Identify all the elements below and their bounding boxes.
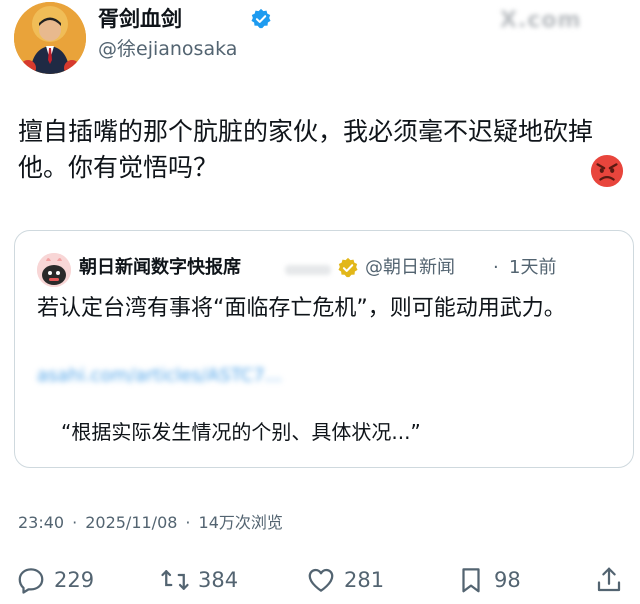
bookmark-button[interactable]: 98 — [456, 560, 521, 600]
author-avatar[interactable] — [14, 2, 86, 74]
angry-face-emoji-icon — [590, 154, 624, 188]
tweet-date[interactable]: 2025/11/08 — [85, 512, 177, 534]
reply-count: 229 — [54, 568, 95, 592]
quoted-author-handle[interactable]: @朝日新闻 — [365, 255, 455, 281]
retweet-count: 384 — [198, 568, 239, 592]
action-bar: 229 384 281 98 — [0, 560, 640, 600]
share-button[interactable] — [594, 560, 624, 600]
reply-icon — [18, 568, 44, 594]
view-count[interactable]: 14万次浏览 — [199, 512, 283, 534]
verified-badge-icon — [251, 8, 271, 29]
redacted-area — [285, 265, 331, 275]
quoted-tweet-text: 若认定台湾有事将“面临存亡危机”，则可能动用武力。 — [37, 296, 566, 321]
reply-button[interactable]: 229 — [16, 560, 94, 600]
author-display-name[interactable]: 胥剑血剑 — [98, 6, 182, 32]
quoted-tweet-time[interactable]: 1天前 — [509, 255, 556, 281]
bookmark-icon — [462, 568, 480, 593]
gold-verified-badge-icon — [338, 257, 358, 278]
retweet-icon — [161, 570, 189, 590]
tweet-header: 胥剑血剑 @徐ejianosaka X.com — [0, 0, 640, 80]
separator-dot: · — [493, 257, 499, 278]
heart-icon — [308, 568, 334, 592]
site-watermark: X.com — [500, 8, 582, 33]
avatar-portrait-icon — [14, 2, 86, 74]
quoted-author-name[interactable]: 朝日新闻数字快报席 — [79, 255, 241, 281]
tweet-meta: 23:40 · 2025/11/08 · 14万次浏览 — [18, 512, 283, 534]
like-button[interactable]: 281 — [306, 560, 384, 600]
quoted-author-avatar[interactable] — [37, 253, 71, 287]
tweet-time[interactable]: 23:40 — [18, 512, 64, 534]
quoted-tweet-link[interactable]: asahi.com/articles/ASTC7... — [37, 363, 282, 389]
bookmark-count: 98 — [494, 568, 521, 592]
quoted-tweet-excerpt: “根据实际发生情况的个别、具体状况...” — [61, 420, 421, 444]
asahi-mascot-icon — [37, 253, 71, 287]
separator-dot: · — [72, 513, 78, 532]
share-icon — [597, 567, 621, 592]
retweet-button[interactable]: 384 — [160, 560, 238, 600]
like-count: 281 — [344, 568, 385, 592]
tweet-text: 擅自插嘴的那个肮脏的家伙，我必须毫不迟疑地砍掉他。你有觉悟吗？ — [18, 117, 594, 182]
author-handle[interactable]: @徐ejianosaka — [98, 36, 237, 62]
quoted-tweet-card[interactable]: 朝日新闻数字快报席 @朝日新闻 · 1天前 若认定台湾有事将“面临存亡危机”，则… — [14, 230, 634, 468]
separator-dot: · — [185, 513, 191, 532]
